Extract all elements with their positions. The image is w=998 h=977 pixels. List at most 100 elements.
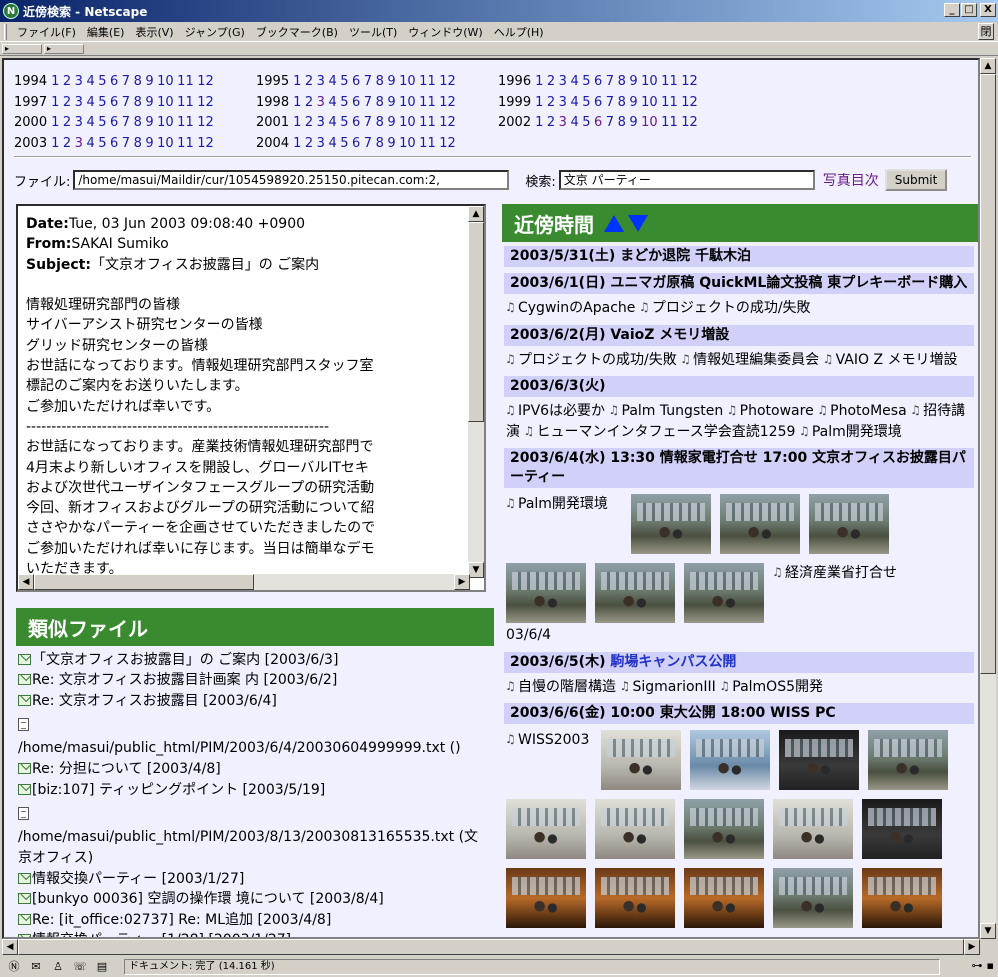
calendar-month-link[interactable]: 6 <box>110 136 118 151</box>
calendar-month-link[interactable]: 6 <box>594 115 602 130</box>
calendar-month-link[interactable]: 6 <box>110 115 118 130</box>
file-input[interactable]: /home/masui/Maildir/cur/1054598920.25150… <box>73 170 510 190</box>
calendar-month-link[interactable]: 6 <box>352 115 360 130</box>
calendar-month-link[interactable]: 1 <box>535 95 543 110</box>
close-tab-button[interactable]: 閉 <box>978 23 994 40</box>
memo-item[interactable]: PhotoMesa <box>817 400 907 421</box>
memo-item[interactable]: Palm Tungsten <box>609 400 724 421</box>
calendar-month-link[interactable]: 10 <box>399 115 416 130</box>
photo-thumbnail[interactable] <box>862 868 942 928</box>
calendar-month-link[interactable]: 12 <box>681 115 698 130</box>
mail-frame[interactable]: Date:Tue, 03 Jun 2003 09:08:40 +0900 Fro… <box>16 204 486 592</box>
photo-thumbnail[interactable] <box>684 563 764 623</box>
memo-item[interactable]: WISS2003 <box>505 729 592 751</box>
calendar-month-link[interactable]: 3 <box>75 115 83 130</box>
calendar-month-link[interactable]: 2 <box>305 115 313 130</box>
calendar-month-link[interactable]: 4 <box>328 136 336 151</box>
calendar-month-link[interactable]: 4 <box>86 115 94 130</box>
mail-vertical-scrollbar[interactable]: ▲ ▼ <box>468 206 484 578</box>
similar-file-item[interactable]: [biz:107] ティッピングポイント [2003/5/19] <box>18 780 492 800</box>
calendar-month-link[interactable]: 11 <box>661 95 678 110</box>
calendar-month-link[interactable]: 2 <box>305 95 313 110</box>
menu-grip[interactable] <box>4 23 7 40</box>
calendar-month-link[interactable]: 8 <box>134 115 142 130</box>
similar-file-item[interactable]: /home/masui/public_html/PIM/2003/8/13/20… <box>18 806 492 869</box>
calendar-month-link[interactable]: 7 <box>606 74 614 89</box>
photo-thumbnail[interactable] <box>595 563 675 623</box>
memo-item[interactable]: Photoware <box>727 400 814 421</box>
photo-thumbnail[interactable] <box>595 868 675 928</box>
scroll-up-icon[interactable]: ▲ <box>980 58 996 74</box>
calendar-month-link[interactable]: 3 <box>75 74 83 89</box>
calendar-month-link[interactable]: 10 <box>157 95 174 110</box>
search-input[interactable]: 文京 パーティー <box>558 170 815 190</box>
calendar-month-link[interactable]: 9 <box>387 95 395 110</box>
memo-item[interactable]: SigmarionIII <box>619 676 715 697</box>
memo-item[interactable]: Palm開発環境 <box>799 421 902 442</box>
calendar-month-link[interactable]: 1 <box>293 115 301 130</box>
menu-window[interactable]: ウィンドウ(W) <box>404 24 489 40</box>
photo-thumbnail[interactable] <box>868 730 948 790</box>
toolbar-collapse-handle-2[interactable]: ▸ <box>44 44 84 54</box>
calendar-month-link[interactable]: 12 <box>197 115 214 130</box>
calendar-month-link[interactable]: 11 <box>661 115 678 130</box>
submit-button[interactable]: Submit <box>884 169 948 191</box>
calendar-month-link[interactable]: 3 <box>559 115 567 130</box>
calendar-month-link[interactable]: 3 <box>317 74 325 89</box>
menu-file[interactable]: ファイル(F) <box>13 24 83 40</box>
calendar-month-link[interactable]: 6 <box>110 95 118 110</box>
calendar-month-link[interactable]: 11 <box>419 115 436 130</box>
photo-thumbnail[interactable] <box>595 799 675 859</box>
calendar-month-link[interactable]: 3 <box>75 95 83 110</box>
calendar-month-link[interactable]: 9 <box>145 74 153 89</box>
calendar-month-link[interactable]: 9 <box>629 74 637 89</box>
calendar-month-link[interactable]: 11 <box>661 74 678 89</box>
calendar-month-link[interactable]: 5 <box>582 74 590 89</box>
photo-thumbnail[interactable] <box>773 799 853 859</box>
calendar-month-link[interactable]: 11 <box>177 74 194 89</box>
close-button[interactable]: X <box>980 3 996 17</box>
calendar-month-link[interactable]: 4 <box>570 74 578 89</box>
calendar-month-link[interactable]: 1 <box>293 95 301 110</box>
calendar-month-link[interactable]: 11 <box>419 136 436 151</box>
calendar-month-link[interactable]: 9 <box>387 136 395 151</box>
calendar-month-link[interactable]: 3 <box>559 74 567 89</box>
calendar-month-link[interactable]: 4 <box>570 115 578 130</box>
calendar-month-link[interactable]: 4 <box>328 115 336 130</box>
calendar-month-link[interactable]: 12 <box>197 74 214 89</box>
calendar-month-link[interactable]: 5 <box>98 95 106 110</box>
calendar-month-link[interactable]: 6 <box>110 74 118 89</box>
photo-thumbnail[interactable] <box>720 494 800 554</box>
calendar-month-link[interactable]: 6 <box>352 95 360 110</box>
calendar-month-link[interactable]: 9 <box>145 136 153 151</box>
calendar-month-link[interactable]: 2 <box>547 115 555 130</box>
photo-thumbnail[interactable] <box>684 868 764 928</box>
online-status-icon[interactable]: ▪ <box>987 959 994 972</box>
news-icon[interactable]: ▤ <box>94 960 110 974</box>
scroll-down-icon[interactable]: ▼ <box>980 923 996 939</box>
calendar-month-link[interactable]: 12 <box>439 74 456 89</box>
calendar-month-link[interactable]: 8 <box>134 95 142 110</box>
page-vertical-scrollbar[interactable]: ▲ ▼ <box>980 58 996 939</box>
calendar-month-link[interactable]: 10 <box>157 136 174 151</box>
calendar-month-link[interactable]: 11 <box>177 136 194 151</box>
calendar-month-link[interactable]: 9 <box>145 95 153 110</box>
photo-thumbnail[interactable] <box>631 494 711 554</box>
calendar-month-link[interactable]: 4 <box>86 74 94 89</box>
similar-file-item[interactable]: Re: 文京オフィスお披露目 [2003/6/4] <box>18 691 492 711</box>
photo-thumbnail[interactable] <box>684 799 764 859</box>
arrow-up-icon[interactable] <box>604 214 624 232</box>
mail-scroll-left-icon[interactable]: ◀ <box>18 574 34 590</box>
toolbar-collapse-handle-1[interactable]: ▸ <box>2 44 42 54</box>
calendar-month-link[interactable]: 9 <box>387 74 395 89</box>
memo-item[interactable]: ヒューマンインタフェース学会査読1259 <box>523 421 795 442</box>
arrow-down-icon[interactable] <box>628 214 648 232</box>
calendar-month-link[interactable]: 7 <box>606 95 614 110</box>
calendar-month-link[interactable]: 11 <box>177 115 194 130</box>
calendar-month-link[interactable]: 12 <box>681 95 698 110</box>
photo-thumbnail[interactable] <box>506 563 586 623</box>
composer-icon[interactable]: ♙ <box>50 960 66 974</box>
similar-file-item[interactable]: Re: [it_office:02737] Re: ML追加 [2003/4/8… <box>18 910 492 930</box>
calendar-month-link[interactable]: 6 <box>352 136 360 151</box>
photo-thumbnail[interactable] <box>773 868 853 928</box>
